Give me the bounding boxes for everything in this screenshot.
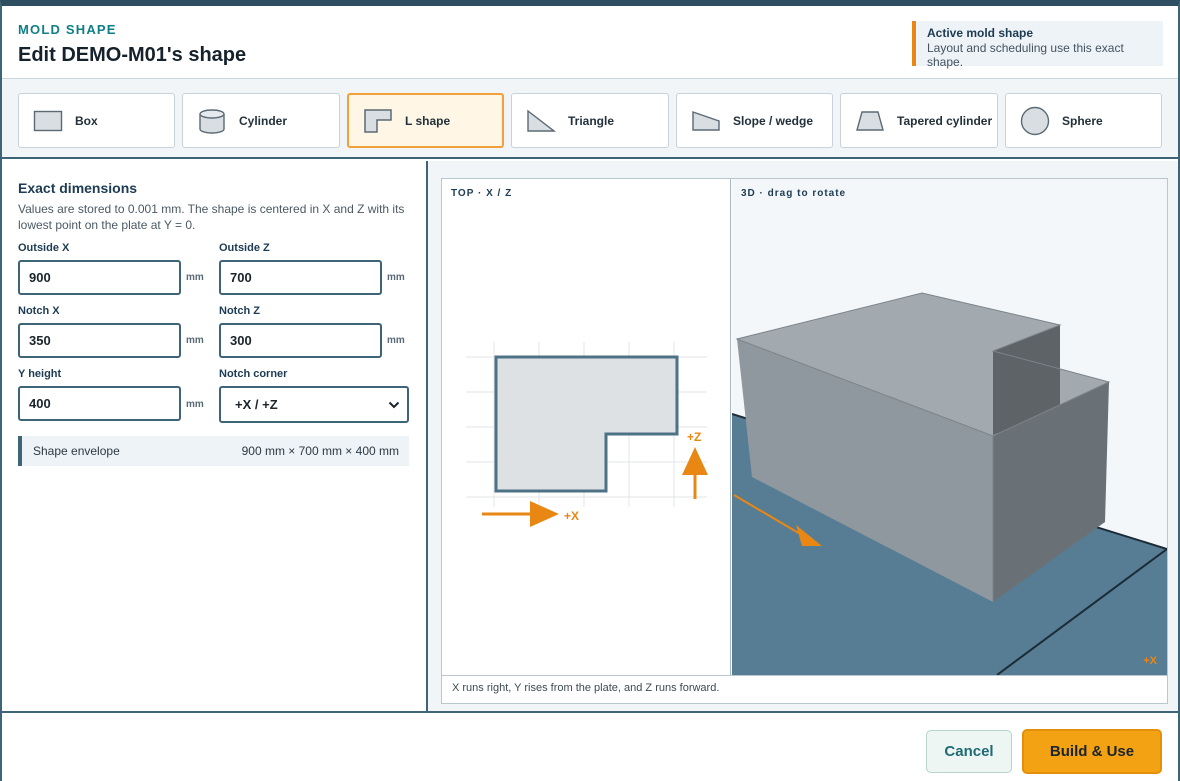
shape-option-cylinder[interactable]: Cylinder xyxy=(182,93,340,148)
active-shape-title: Active mold shape xyxy=(927,26,1034,40)
shape-envelope: Shape envelope 900 mm × 700 mm × 400 mm xyxy=(18,436,409,466)
notch-z-label: Notch Z xyxy=(219,305,260,317)
3d-view-label: 3D · drag to rotate xyxy=(741,188,847,199)
shape-picker: Box Cylinder L shape Triangle Slope / we… xyxy=(2,79,1178,159)
top-view: TOP · X / Z +X +Z xyxy=(442,179,731,675)
shape-option-label: Box xyxy=(75,113,98,128)
3d-x-axis-label: +X xyxy=(1143,655,1157,667)
viewer-caption: X runs right, Y rises from the plate, an… xyxy=(442,675,1167,703)
box-icon xyxy=(25,93,71,148)
unit-label: mm xyxy=(186,272,204,283)
top-view-drawing xyxy=(466,342,708,527)
shape-option-label: Tapered cylinder xyxy=(897,113,993,128)
shape-option-label: Triangle xyxy=(568,113,615,128)
y-height-label: Y height xyxy=(18,368,62,380)
wedge-icon xyxy=(683,93,729,148)
dimensions-panel: Exact dimensions Values are stored to 0.… xyxy=(2,161,426,711)
unit-label: mm xyxy=(186,399,204,410)
section-description: Values are stored to 0.001 mm. The shape… xyxy=(18,202,405,232)
outside-z-label: Outside Z xyxy=(219,242,270,254)
active-shape-subtitle: Layout and scheduling use this exact sha… xyxy=(927,41,1124,69)
unit-label: mm xyxy=(387,335,405,346)
x-axis-label: +X xyxy=(564,509,580,523)
active-shape-notice: Active mold shape Layout and scheduling … xyxy=(912,21,1163,69)
shape-option-label: Sphere xyxy=(1062,113,1103,128)
shape-viewer: TOP · X / Z +X +Z 3D · drag to rotate +X… xyxy=(441,178,1168,704)
envelope-label: Shape envelope xyxy=(33,444,120,458)
shape-option-label: Cylinder xyxy=(239,113,288,128)
shape-option-triangle[interactable]: Triangle xyxy=(511,93,669,148)
mold-shape-dialog: MOLD SHAPE Edit DEMO-M01's shape Active … xyxy=(0,0,1180,781)
shape-option-wedge[interactable]: Slope / wedge xyxy=(676,93,833,148)
tapered-cylinder-icon xyxy=(847,93,893,148)
3d-view[interactable]: 3D · drag to rotate +X xyxy=(732,179,1167,675)
notch-corner-select[interactable]: +X / +Z xyxy=(219,386,409,423)
notch-x-field[interactable] xyxy=(18,323,181,358)
z-axis-label: +Z xyxy=(687,430,702,444)
shape-option-box[interactable]: Box xyxy=(18,93,175,148)
cancel-button[interactable]: Cancel xyxy=(926,730,1012,773)
3d-render xyxy=(732,292,1167,675)
y-height-field[interactable] xyxy=(18,386,181,421)
eyebrow-label: MOLD SHAPE xyxy=(18,22,117,37)
z-axis-arrow xyxy=(682,447,708,499)
dialog-title: Edit DEMO-M01's shape xyxy=(18,44,247,66)
build-and-use-button[interactable]: Build & Use xyxy=(1022,729,1162,774)
shape-option-label: L shape xyxy=(405,113,451,128)
preview-panel: TOP · X / Z +X +Z 3D · drag to rotate +X… xyxy=(428,161,1178,711)
notch-corner-value: +X / +Z xyxy=(235,397,278,412)
sphere-icon xyxy=(1012,93,1058,148)
shape-option-sphere[interactable]: Sphere xyxy=(1005,93,1162,148)
outside-x-label: Outside X xyxy=(18,242,70,254)
notch-corner-label: Notch corner xyxy=(219,368,288,380)
l-shape-outline xyxy=(494,355,679,493)
envelope-value: 900 mm × 700 mm × 400 mm xyxy=(241,444,399,458)
notch-x-label: Notch X xyxy=(18,305,60,317)
shape-option-l-shape[interactable]: L shape xyxy=(347,93,504,148)
notch-z-field[interactable] xyxy=(219,323,382,358)
dialog-footer: Cancel Build & Use xyxy=(2,711,1178,781)
chevron-down-icon xyxy=(388,397,400,412)
cylinder-icon xyxy=(189,93,235,148)
l-shape-icon xyxy=(355,93,401,148)
outside-x-field[interactable] xyxy=(18,260,181,295)
shape-option-label: Slope / wedge xyxy=(733,113,814,128)
shape-option-tapered-cylinder[interactable]: Tapered cylinder xyxy=(840,93,998,148)
outside-z-field[interactable] xyxy=(219,260,382,295)
dialog-header: MOLD SHAPE Edit DEMO-M01's shape Active … xyxy=(2,6,1178,79)
triangle-icon xyxy=(518,93,564,148)
unit-label: mm xyxy=(186,335,204,346)
section-title: Exact dimensions xyxy=(18,180,138,196)
unit-label: mm xyxy=(387,272,405,283)
